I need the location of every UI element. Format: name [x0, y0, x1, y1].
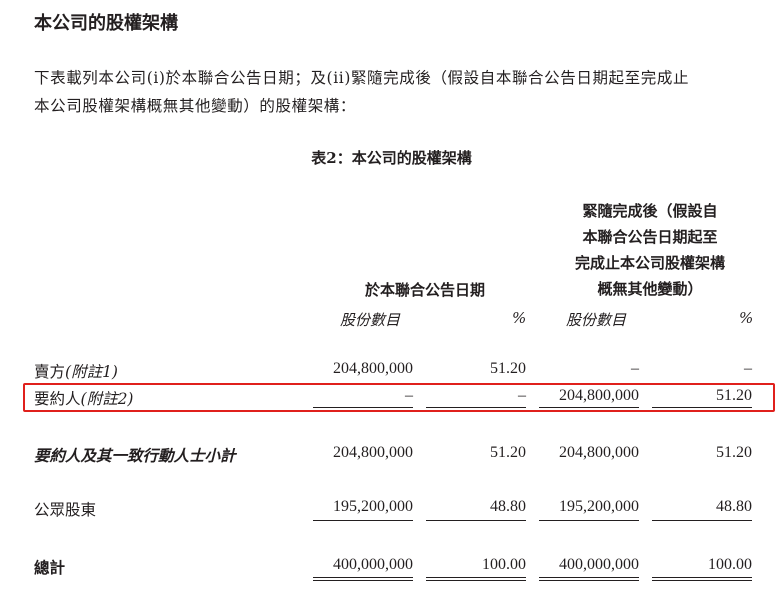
row-label-subtotal: 要約人及其一致行動人士小計: [34, 446, 236, 465]
cell-shares-2: 204,800,000: [559, 387, 639, 404]
column-group-after-completion-line: 概無其他變動）: [597, 280, 703, 298]
column-group-after-completion-line: 完成止本公司股權架構: [574, 254, 725, 272]
cell-percent-2: –: [744, 360, 752, 377]
cell-percent-2: 100.00: [708, 556, 752, 573]
subtotal-rule: [313, 407, 413, 408]
row-label-total: 總計: [34, 558, 66, 577]
column-group-after-completion-line: 緊隨完成後（假設自: [582, 202, 718, 220]
column-group-after-completion: 緊隨完成後（假設自 本聯合公告日期起至 完成止本公司股權架構 概無其他變動）: [545, 198, 755, 302]
cell-shares-1: –: [405, 387, 413, 404]
cell-percent-1: 51.20: [490, 360, 526, 377]
total-rule: [652, 520, 752, 521]
total-double-rule: [313, 577, 413, 581]
row-label-public: 公眾股東: [34, 501, 97, 519]
total-rule: [426, 520, 526, 521]
subtotal-rule: [426, 407, 526, 408]
cell-percent-1: 48.80: [490, 498, 526, 515]
total-rule: [313, 520, 413, 521]
cell-percent-1: 51.20: [490, 444, 526, 461]
section-heading: 本公司的股權架構: [34, 13, 178, 34]
total-double-rule: [539, 577, 639, 581]
column-group-after-completion-line: 本聯合公告日期起至: [582, 228, 718, 246]
intro-paragraph-line-2: 本公司股權架構概無其他變動）的股權架構：: [34, 97, 357, 115]
cell-shares-1: 400,000,000: [333, 556, 413, 573]
intro-paragraph-line-1: 下表載列本公司(i)於本聯合公告日期；及(ii)緊隨完成後（假設自本聯合公告日期…: [34, 69, 690, 87]
total-double-rule: [652, 577, 752, 581]
cell-shares-1: 204,800,000: [333, 444, 413, 461]
cell-percent-2: 48.80: [716, 498, 752, 515]
total-double-rule: [426, 577, 526, 581]
cell-shares-2: –: [631, 360, 639, 377]
cell-percent-2: 51.20: [716, 444, 752, 461]
subtotal-rule: [539, 407, 639, 408]
cell-percent-1: 100.00: [482, 556, 526, 573]
table-title: 表2：本公司的股權架構: [311, 149, 472, 167]
column-group-announcement-date: 於本聯合公告日期: [364, 281, 485, 299]
cell-percent-1: –: [518, 387, 526, 404]
cell-shares-2: 204,800,000: [559, 444, 639, 461]
total-rule: [539, 520, 639, 521]
cell-percent-2: 51.20: [716, 387, 752, 404]
unit-shares-2: 股份數目: [566, 311, 627, 329]
unit-percent-2: %: [739, 309, 754, 327]
cell-shares-2: 195,200,000: [559, 498, 639, 515]
cell-shares-1: 195,200,000: [333, 498, 413, 515]
cell-shares-2: 400,000,000: [559, 556, 639, 573]
unit-percent-1: %: [512, 309, 527, 327]
unit-shares-1: 股份數目: [340, 311, 401, 329]
row-label-vendor: 賣方(附註1): [34, 363, 118, 381]
row-label-offeror: 要約人(附註2): [34, 390, 134, 408]
cell-shares-1: 204,800,000: [333, 360, 413, 377]
subtotal-rule: [652, 407, 752, 408]
